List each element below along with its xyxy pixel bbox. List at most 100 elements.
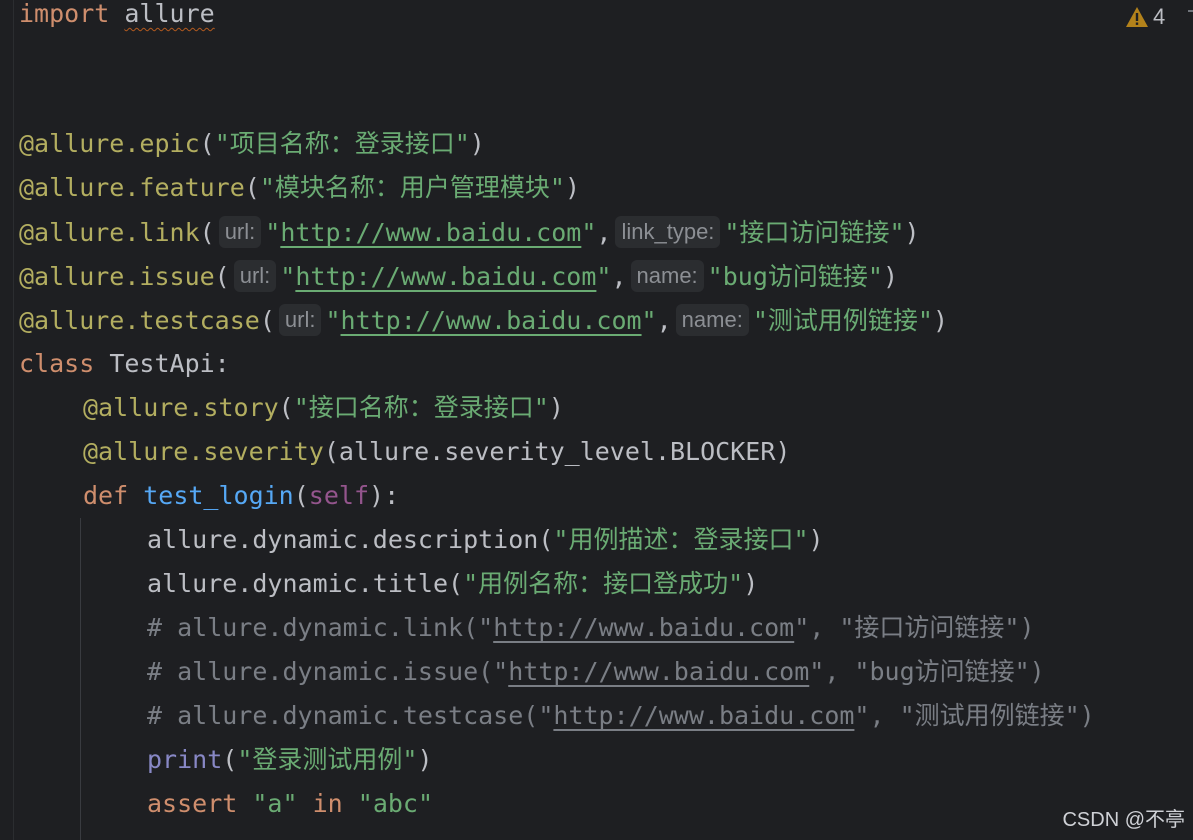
comma: , — [611, 262, 627, 291]
string-literal: "用例描述：登录接口" — [553, 525, 809, 554]
parameter-hint: url: — [278, 304, 322, 336]
comment-text: # allure.dynamic.link(" — [147, 613, 494, 642]
quote: " — [596, 262, 612, 291]
paren: ) — [904, 218, 920, 247]
paren: ( — [199, 129, 215, 158]
code-line-4: @allure.epic("项目名称：登录接口") — [19, 130, 485, 174]
quote: " — [325, 306, 341, 335]
decorator-args: (allure.severity_level.BLOCKER) — [323, 437, 791, 466]
string-literal: "abc" — [357, 789, 434, 818]
code-line-14: allure.dynamic.title("用例名称：接口登成功") — [147, 570, 758, 614]
paren: ): — [369, 481, 400, 510]
module-name: allure — [124, 0, 215, 28]
string-literal: "a" — [252, 789, 298, 818]
paren: ) — [548, 393, 564, 422]
parameter-hint: name: — [630, 260, 704, 292]
parameter-hint: link_type: — [615, 216, 721, 248]
string-literal: "测试用例链接" — [752, 306, 933, 335]
keyword: import — [19, 0, 110, 28]
url-link[interactable]: http://www.baidu.com — [493, 613, 794, 642]
paren: ( — [199, 218, 215, 247]
code-line-13: allure.dynamic.description("用例描述：登录接口") — [147, 526, 824, 570]
quote: " — [280, 262, 296, 291]
string-literal: "接口名称：登录接口" — [293, 393, 549, 422]
code-line-12: def test_login(self): — [83, 482, 399, 526]
string-literal: "项目名称：登录接口" — [214, 129, 470, 158]
inspection-widget[interactable]: 4 — [1125, 4, 1165, 30]
warning-triangle-icon — [1126, 7, 1148, 27]
code-line-18: print("登录测试用例") — [147, 746, 433, 790]
decorator: @allure.epic — [19, 129, 200, 158]
comma: , — [596, 218, 612, 247]
url-link[interactable]: http://www.baidu.com — [508, 657, 809, 686]
paren: ( — [538, 525, 554, 554]
method-call: allure.dynamic.description — [147, 525, 539, 554]
decorator: @allure.story — [83, 393, 279, 422]
paren: ( — [448, 569, 464, 598]
warning-count: 4 — [1153, 4, 1166, 29]
comment-text: ", "接口访问链接") — [794, 613, 1035, 642]
self-param: self — [308, 481, 370, 510]
decorator: @allure.severity — [83, 437, 324, 466]
code-line-8: @allure.testcase(url: "http://www.baidu.c… — [19, 304, 948, 350]
url-link[interactable]: http://www.baidu.com — [341, 306, 642, 335]
string-literal: "用例名称：接口登成功" — [463, 569, 744, 598]
code-line-9: class TestApi: — [19, 350, 230, 394]
string-literal: "模块名称：用户管理模块" — [259, 173, 565, 202]
paren: ( — [293, 481, 309, 510]
decorator: @allure.issue — [19, 262, 215, 291]
paren: ) — [932, 306, 948, 335]
decorator: @allure.feature — [19, 173, 245, 202]
paren: ( — [259, 306, 275, 335]
code-line-16: # allure.dynamic.issue("http://www.baidu… — [147, 658, 1045, 702]
paren: ) — [882, 262, 898, 291]
code-line-19: assert "a" in "abc" — [147, 790, 433, 834]
class-declaration: TestApi: — [94, 349, 230, 378]
parameter-hint: name: — [675, 304, 749, 336]
paren: ) — [743, 569, 759, 598]
keyword: def — [83, 481, 129, 510]
comma: , — [656, 306, 672, 335]
comment-text: ", "bug访问链接") — [809, 657, 1045, 686]
comment-text: ", "测试用例链接") — [854, 701, 1095, 730]
decorator: @allure.link — [19, 218, 200, 247]
watermark: CSDN @不亭 — [1062, 809, 1185, 831]
url-link[interactable]: http://www.baidu.com — [280, 218, 581, 247]
paren: ( — [222, 745, 238, 774]
code-line-10: @allure.story("接口名称：登录接口") — [83, 394, 564, 438]
paren: ) — [808, 525, 824, 554]
method-call: allure.dynamic.title — [147, 569, 449, 598]
code-line-7: @allure.issue(url: "http://www.baidu.com"… — [19, 260, 898, 306]
parameter-hint: url: — [218, 216, 262, 248]
quote: " — [641, 306, 657, 335]
quote: " — [265, 218, 281, 247]
function-name: test_login — [143, 481, 294, 510]
paren: ( — [278, 393, 294, 422]
paren: ( — [244, 173, 260, 202]
scroll-marker — [1188, 10, 1193, 12]
keyword: assert — [147, 789, 238, 818]
keyword: in — [312, 789, 343, 818]
url-link[interactable]: http://www.baidu.com — [295, 262, 596, 291]
paren: ) — [564, 173, 581, 202]
indent-guide — [80, 518, 81, 840]
code-line-15: # allure.dynamic.link("http://www.baidu.… — [147, 614, 1035, 658]
string-literal: "bug访问链接" — [707, 262, 883, 291]
comment-text: # allure.dynamic.testcase(" — [147, 701, 554, 730]
url-link[interactable]: http://www.baidu.com — [553, 701, 854, 730]
code-line-5: @allure.feature("模块名称：用户管理模块") — [19, 174, 580, 218]
code-line-1: import allure — [19, 0, 215, 44]
code-line-6: @allure.link(url: "http://www.baidu.com",… — [19, 216, 920, 262]
paren: ) — [417, 745, 433, 774]
code-line-17: # allure.dynamic.testcase("http://www.ba… — [147, 702, 1095, 746]
string-literal: "登录测试用例" — [237, 745, 418, 774]
string-literal: "接口访问链接" — [724, 218, 905, 247]
decorator: @allure.testcase — [19, 306, 260, 335]
paren: ( — [214, 262, 230, 291]
editor-gutter-border — [13, 0, 14, 840]
quote: " — [581, 218, 597, 247]
keyword: class — [19, 349, 95, 378]
parameter-hint: url: — [233, 260, 277, 292]
code-line-11: @allure.severity(allure.severity_level.B… — [83, 438, 790, 482]
builtin-function: print — [147, 745, 223, 774]
